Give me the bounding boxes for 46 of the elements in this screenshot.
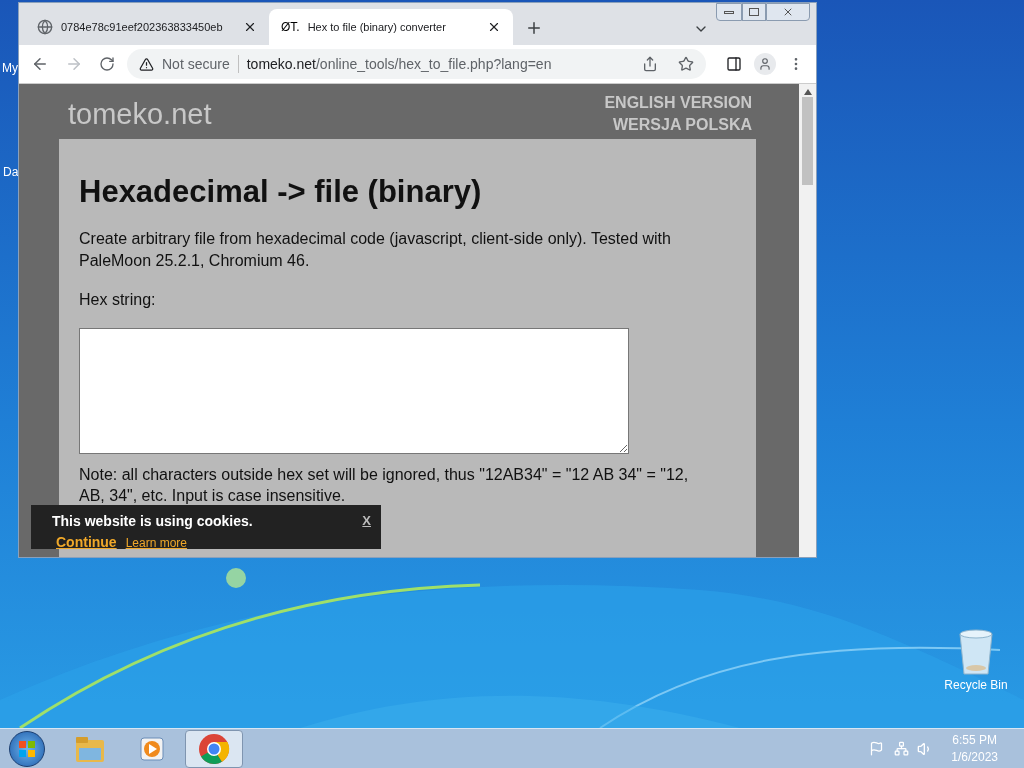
tab-title: Hex to file (binary) converter: [307, 19, 447, 35]
desktop-icon-label[interactable]: My: [2, 59, 18, 77]
close-icon[interactable]: [243, 20, 257, 34]
browser-tab[interactable]: ØT. Hex to file (binary) converter: [269, 9, 513, 45]
start-button[interactable]: [9, 730, 45, 767]
new-tab-icon[interactable]: [525, 19, 543, 37]
trash-can-icon: [956, 628, 996, 676]
share-icon[interactable]: [642, 56, 658, 72]
url-text: tomeko.net/online_tools/hex_to_file.php?lang=en: [246, 54, 552, 74]
scrollbar-thumb[interactable]: [802, 97, 813, 185]
cookie-message: This website is using cookies.: [52, 512, 253, 531]
back-icon[interactable]: [31, 55, 49, 73]
address-bar[interactable]: Not secure tomeko.net/online_tools/hex_to_file.php?lang=en: [127, 49, 706, 79]
maximize-button[interactable]: [742, 3, 766, 21]
security-label: Not secure: [162, 54, 230, 74]
close-link[interactable]: X: [362, 511, 371, 532]
profile-avatar[interactable]: [754, 53, 776, 75]
minimize-button[interactable]: [716, 3, 742, 21]
scrollbar-track[interactable]: [799, 84, 816, 557]
chrome-icon: [198, 732, 230, 765]
hex-input[interactable]: [79, 327, 629, 454]
close-icon[interactable]: [487, 20, 501, 34]
site-logo[interactable]: tomeko.net: [68, 100, 212, 139]
language-link[interactable]: WERSJA POLSKA: [613, 114, 752, 136]
side-panel-icon[interactable]: [726, 56, 742, 72]
warning-icon: [139, 56, 154, 72]
desktop-icon[interactable]: Recycle Bin: [940, 628, 1012, 694]
browser-tab[interactable]: 0784e78c91eef202363833450eb: [25, 9, 269, 45]
tab-title: 0784e78c91eef202363833450eb: [61, 19, 224, 35]
close-icon: [782, 6, 794, 18]
learn-more-link[interactable]: Learn more: [125, 534, 188, 552]
windows-logo-icon: [18, 739, 36, 758]
taskbar-button[interactable]: [185, 729, 243, 768]
scroll-up-arrow-icon[interactable]: [803, 89, 812, 95]
intro-text: Create arbitrary file from hexadecimal code (javascript, client-side only). Tested with PaleMoon 25.2.1, Chromium 46.: [79, 228, 672, 271]
reload-icon[interactable]: [99, 56, 115, 72]
site-favicon: ØT.: [281, 19, 300, 36]
play-icon: [138, 734, 166, 763]
field-label: Hex string:: [79, 289, 157, 310]
continue-link[interactable]: Continue: [56, 532, 117, 553]
globe-icon: [37, 19, 53, 35]
language-link[interactable]: ENGLISH VERSION: [604, 92, 752, 114]
note-text: Note: all characters outside hex set will be ignored, thus "12AB34" = "12 AB 34" = "12, AB, 34", etc. Input is case insensitive.: [79, 464, 690, 506]
page-heading: Hexadecimal -> file (binary): [79, 173, 483, 211]
desktop-icon-label[interactable]: Da: [3, 163, 19, 181]
star-icon[interactable]: [678, 56, 694, 72]
